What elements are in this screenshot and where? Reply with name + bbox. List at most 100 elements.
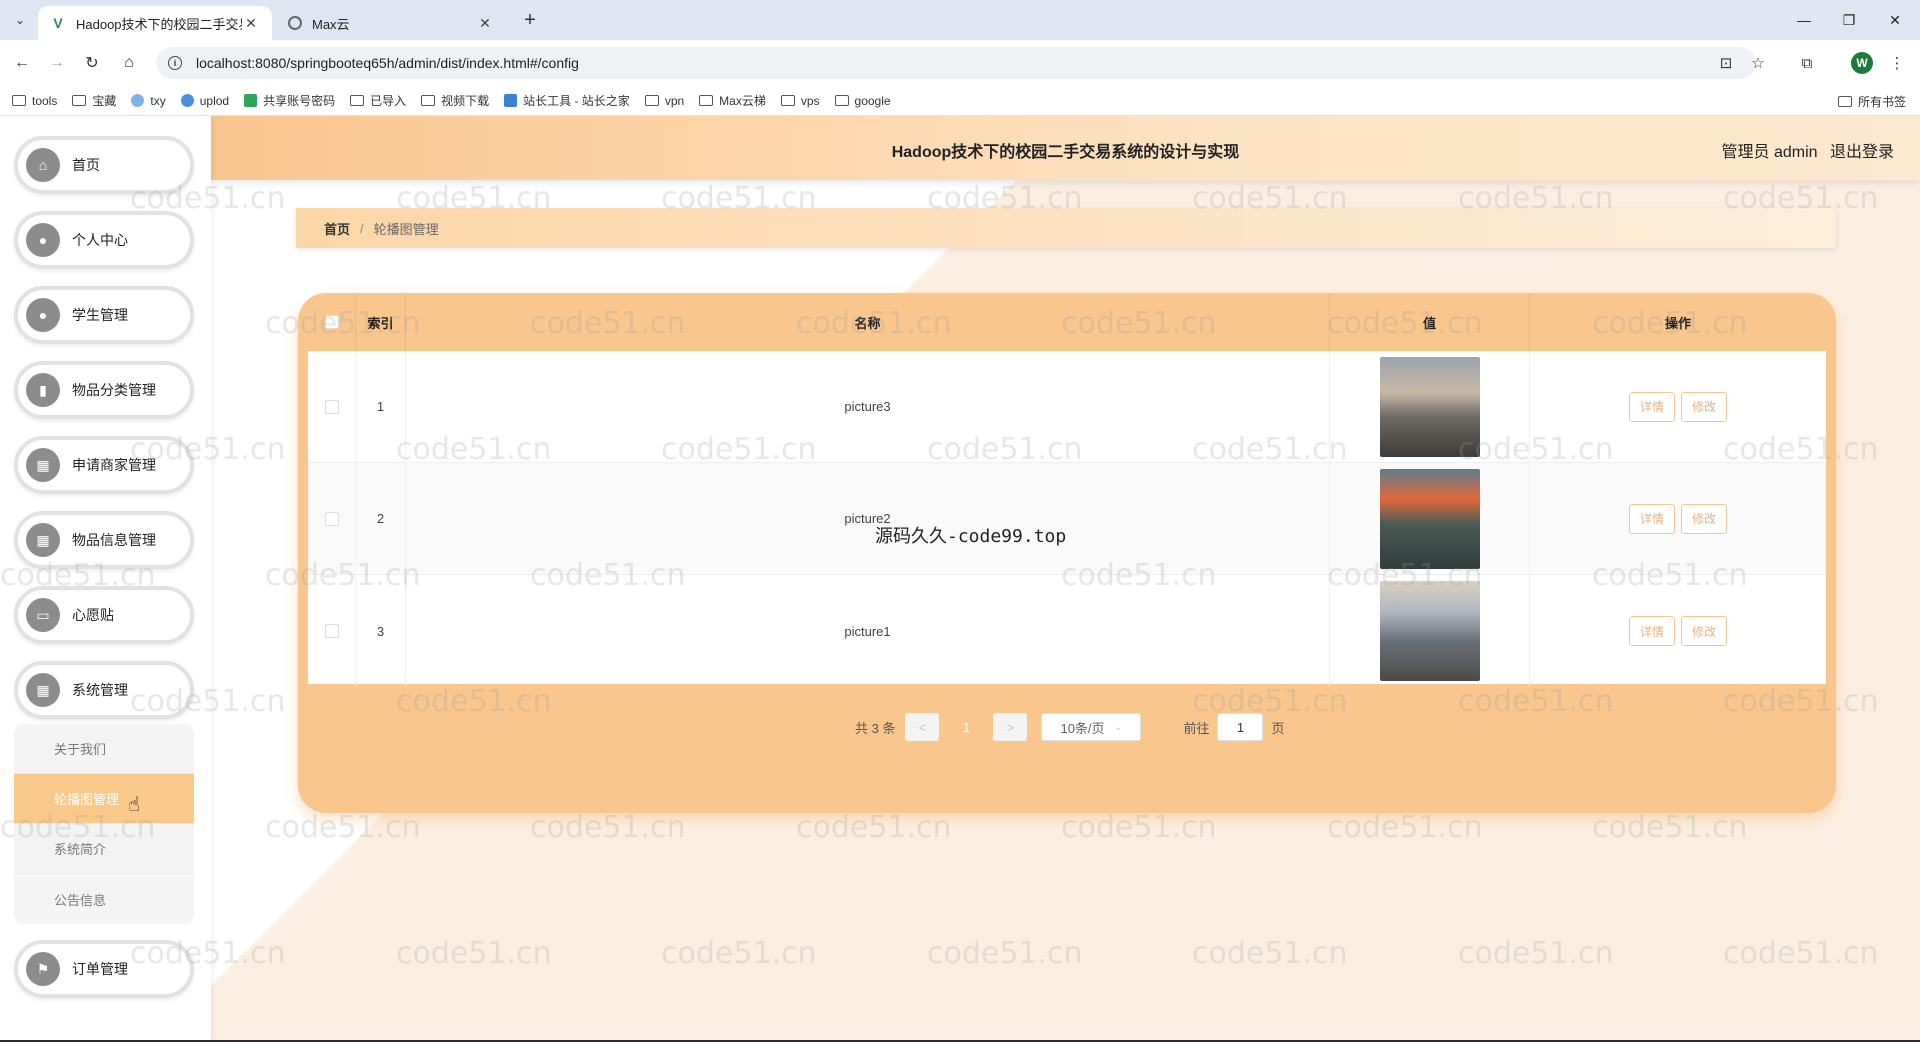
sidebar-item-label: 首页: [72, 157, 100, 173]
submenu-item-about[interactable]: 关于我们: [14, 724, 194, 774]
tab-title: Hadoop技术下的校园二手交易系统: [76, 16, 242, 32]
back-icon[interactable]: ←: [10, 51, 34, 75]
table-body: 1 picture3 详情 修改 2 picture2 详情 修改 3 pict…: [308, 351, 1826, 687]
sidebar-item-system[interactable]: ▦ 系统管理: [14, 661, 194, 719]
row-checkbox[interactable]: [324, 399, 339, 414]
edit-button[interactable]: 修改: [1681, 616, 1728, 646]
submenu-item-carousel[interactable]: 轮播图管理: [14, 774, 194, 824]
bookmark-label: 宝藏: [92, 94, 117, 108]
table-row: 3 picture1 详情 修改: [308, 575, 1826, 687]
home-icon[interactable]: ⌂: [117, 51, 141, 75]
bookmark-item[interactable]: Max云梯: [699, 92, 766, 109]
bookmark-item[interactable]: 站长工具 - 站长之家: [504, 92, 630, 109]
new-tab-icon[interactable]: +: [518, 8, 542, 32]
logout-link[interactable]: 退出登录: [1830, 144, 1894, 161]
edit-button[interactable]: 修改: [1681, 391, 1728, 422]
breadcrumb: 首页 / 轮播图管理: [296, 208, 1836, 248]
sidebar-item-home[interactable]: ⌂ 首页: [14, 136, 194, 194]
profile-avatar[interactable]: W: [1851, 52, 1873, 74]
sidebar-item-merchant-applications[interactable]: ▦ 申请商家管理: [14, 436, 194, 494]
browser-tab-active[interactable]: V Hadoop技术下的校园二手交易系统 ✕: [38, 6, 272, 40]
tab-title: Max云: [312, 16, 350, 32]
bookmark-item[interactable]: txy: [131, 94, 166, 108]
tab-search-icon[interactable]: ⌄: [8, 9, 32, 31]
reload-icon[interactable]: ↻: [80, 51, 104, 75]
row-checkbox[interactable]: [324, 511, 339, 526]
folder-icon: [12, 95, 26, 106]
cloud-icon: [180, 94, 194, 107]
col-value[interactable]: 值: [1330, 293, 1530, 351]
detail-button[interactable]: 详情: [1628, 391, 1675, 422]
all-bookmarks[interactable]: 所有书签: [1837, 86, 1906, 116]
page-number-button[interactable]: 1: [949, 713, 984, 741]
carousel-image-thumbnail[interactable]: [1379, 356, 1480, 457]
bookmark-item[interactable]: tools: [12, 94, 57, 108]
user-area: 管理员 admin 退出登录: [1714, 138, 1895, 162]
col-name[interactable]: 名称: [406, 293, 1330, 351]
carousel-image-thumbnail[interactable]: [1379, 581, 1480, 681]
sidebar-item-goods[interactable]: ▦ 物品信息管理: [14, 511, 194, 569]
page-title: Hadoop技术下的校园二手交易系统的设计与实现: [891, 144, 1240, 161]
address-bar[interactable]: i localhost:8080/springbooteq65h/admin/d…: [156, 47, 1756, 79]
submenu-item-intro[interactable]: 系统简介: [14, 824, 194, 874]
pagination-total: 共 3 条: [855, 720, 896, 736]
bookmark-label: uplod: [199, 93, 230, 108]
apps-icon: ▦: [26, 673, 60, 707]
carousel-image-thumbnail[interactable]: [1379, 468, 1480, 569]
close-tab-icon[interactable]: ✕: [476, 15, 494, 32]
row-name: picture1: [406, 575, 1330, 687]
prev-page-button[interactable]: <: [905, 713, 940, 741]
breadcrumb-home[interactable]: 首页: [324, 219, 350, 238]
row-actions: 详情 修改: [1530, 575, 1826, 687]
restore-icon[interactable]: ❐: [1834, 8, 1864, 32]
screenshot-icon[interactable]: ⊡: [1715, 52, 1737, 74]
bookmark-item[interactable]: 已导入: [350, 92, 406, 109]
url-text: localhost:8080/springbooteq65h/admin/dis…: [196, 55, 579, 71]
bookmark-item[interactable]: 共享账号密码: [244, 92, 335, 109]
globe-favicon-icon: [288, 16, 302, 30]
sidebar-item-label: 心愿贴: [72, 607, 114, 623]
folder-icon: [421, 95, 436, 106]
bookmark-item[interactable]: 宝藏: [72, 92, 116, 109]
bookmark-item[interactable]: vps: [780, 94, 820, 108]
bookmark-item[interactable]: vpn: [644, 94, 684, 108]
edit-button[interactable]: 修改: [1681, 503, 1728, 534]
bookmark-item[interactable]: uplod: [180, 93, 230, 108]
overlay-watermark-text: 源码久久-code99.top: [875, 526, 1067, 547]
col-index[interactable]: 索引: [356, 293, 406, 351]
browser-tab-inactive[interactable]: Max云 ✕: [276, 6, 506, 40]
goto-page-input[interactable]: 1: [1217, 713, 1264, 741]
sidebar-item-categories[interactable]: ▮ 物品分类管理: [14, 361, 194, 419]
row-checkbox[interactable]: [324, 624, 339, 638]
forward-icon[interactable]: →: [45, 51, 69, 75]
window-close-icon[interactable]: ✕: [1880, 8, 1910, 32]
cloud-icon: [131, 94, 145, 107]
select-all-checkbox[interactable]: [324, 315, 339, 329]
table-header: 索引 名称 值 操作: [308, 293, 1826, 351]
sidebar-item-label: 物品分类管理: [72, 382, 156, 398]
folder-icon: [644, 95, 659, 106]
detail-button[interactable]: 详情: [1628, 503, 1675, 534]
site-info-icon[interactable]: i: [168, 56, 182, 70]
minimize-icon[interactable]: —: [1789, 8, 1819, 32]
goto-suffix: 页: [1271, 720, 1285, 736]
extensions-icon[interactable]: ⧉: [1796, 52, 1818, 74]
bookmark-item[interactable]: 视频下载: [421, 92, 489, 109]
goto-label: 前往: [1183, 720, 1210, 736]
close-tab-icon[interactable]: ✕: [242, 15, 260, 32]
submenu-item-notices[interactable]: 公告信息: [14, 874, 194, 924]
bookmark-item[interactable]: google: [834, 94, 891, 108]
sidebar: ⌂ 首页 ● 个人中心 ● 学生管理 ▮ 物品分类管理 ▦ 申请商家管理 ▦ 物品信息管理 …: [0, 116, 211, 1042]
more-menu-icon[interactable]: ⋮: [1886, 52, 1908, 74]
sidebar-item-orders[interactable]: ⚑ 订单管理: [14, 940, 194, 998]
page-size-select[interactable]: 10条/页 ⌄: [1041, 713, 1142, 741]
next-page-button[interactable]: >: [993, 713, 1028, 741]
bookmarks-bar: tools 宝藏 txy uplod 共享账号密码 已导入 视频下载 站长工具 …: [0, 86, 1920, 116]
row-name: picture2: [406, 463, 1330, 574]
sidebar-item-wishlist[interactable]: ▭ 心愿贴: [14, 586, 194, 644]
sheet-icon: [244, 94, 258, 107]
sidebar-item-profile[interactable]: ● 个人中心: [14, 211, 194, 269]
bookmark-star-icon[interactable]: ☆: [1747, 52, 1769, 74]
detail-button[interactable]: 详情: [1628, 616, 1675, 646]
sidebar-item-students[interactable]: ● 学生管理: [14, 286, 194, 344]
